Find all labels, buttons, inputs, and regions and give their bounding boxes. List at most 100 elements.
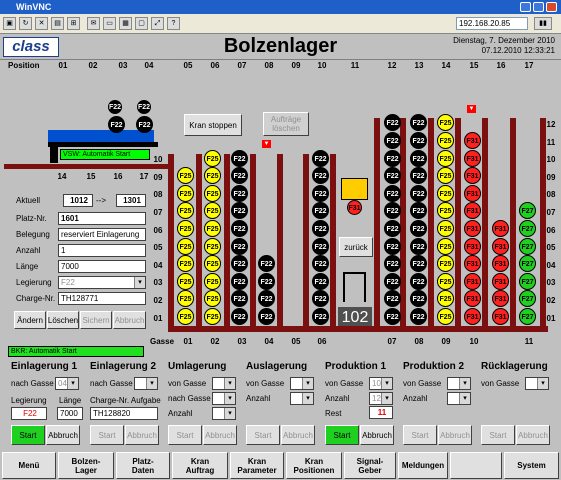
aus-anzahl-select[interactable] <box>290 392 314 405</box>
coil[interactable]: F25 <box>437 308 454 325</box>
coil[interactable]: F22 <box>231 308 248 325</box>
rueck-start-button[interactable]: Start <box>481 425 515 445</box>
coil[interactable]: F25 <box>437 290 454 308</box>
uml-start-button[interactable]: Start <box>168 425 202 445</box>
coil[interactable]: F22 <box>410 255 427 273</box>
prod1-gasse-select[interactable]: 10 <box>369 377 393 390</box>
ein1-laenge-field[interactable]: 7000 <box>57 407 83 420</box>
rueck-von-select[interactable] <box>525 377 549 390</box>
coil[interactable]: F25 <box>437 132 454 149</box>
coil[interactable]: F25 <box>437 272 454 290</box>
nav-button[interactable]: System <box>504 452 559 479</box>
coil[interactable]: F25 <box>177 308 194 325</box>
coil[interactable]: F22 <box>231 167 248 185</box>
uml-von-select[interactable] <box>212 377 236 390</box>
coil[interactable]: F22 <box>312 184 329 202</box>
coil[interactable]: F22 <box>312 167 329 185</box>
chat-icon[interactable]: ▦ <box>119 17 132 30</box>
coil[interactable]: F22 <box>410 308 427 325</box>
coil[interactable]: F25 <box>437 237 454 255</box>
windows-icon[interactable]: ⊞ <box>67 17 80 30</box>
coil[interactable]: F31 <box>464 255 481 273</box>
coil[interactable]: F22 <box>258 255 275 273</box>
coil[interactable]: F22 <box>231 290 248 308</box>
coil[interactable]: F31 <box>464 237 481 255</box>
aus-start-button[interactable]: Start <box>246 425 280 445</box>
nav-button[interactable]: Platz- Daten <box>116 452 170 479</box>
coil[interactable]: F25 <box>437 184 454 202</box>
aus-von-select[interactable] <box>290 377 314 390</box>
coil[interactable]: F22 <box>312 308 329 325</box>
prod2-anzahl-select[interactable] <box>447 392 471 405</box>
coil[interactable]: F25 <box>204 237 221 255</box>
ein2-abbruch-button[interactable]: Abbruch <box>125 425 159 445</box>
coil[interactable]: F22 <box>410 149 427 167</box>
info-icon[interactable]: ? <box>167 17 180 30</box>
coil[interactable]: F22 <box>231 220 248 237</box>
coil[interactable]: F22 <box>384 237 401 255</box>
coil[interactable]: F22 <box>410 290 427 308</box>
coil[interactable]: F25 <box>177 184 194 202</box>
coil[interactable]: F22 <box>231 202 248 220</box>
fullscreen-icon[interactable]: ⤢ <box>151 17 164 30</box>
prod2-abbruch-button[interactable]: Abbruch <box>438 425 472 445</box>
refresh-icon[interactable]: ↻ <box>19 17 32 30</box>
coil[interactable]: F25 <box>177 290 194 308</box>
coil[interactable]: F25 <box>177 237 194 255</box>
abbruch-button[interactable]: Abbruch <box>113 311 146 329</box>
ein1-start-button[interactable]: Start <box>11 425 45 445</box>
coil[interactable]: F22 <box>384 308 401 325</box>
belegung-field[interactable]: reserviert Einlagerung <box>58 228 146 241</box>
coil[interactable]: F22 <box>384 290 401 308</box>
coil[interactable]: F22 <box>231 237 248 255</box>
prod1-start-button[interactable]: Start <box>325 425 359 445</box>
auftraege-loeschen-button[interactable]: Aufträge löschen <box>263 112 309 136</box>
coil[interactable]: F22 <box>312 272 329 290</box>
coil[interactable]: F31 <box>492 255 509 273</box>
aendern-button[interactable]: Ändern <box>14 311 46 329</box>
ein2-charge-field[interactable]: TH128820 <box>90 407 158 420</box>
nav-button[interactable]: Kran Positionen <box>286 452 342 479</box>
coil[interactable]: F22 <box>410 132 427 149</box>
coil[interactable]: F25 <box>437 255 454 273</box>
coil[interactable]: F25 <box>437 167 454 185</box>
coil[interactable]: F22 <box>384 114 401 132</box>
coil[interactable]: F22 <box>231 184 248 202</box>
coil[interactable]: F31 <box>464 290 481 308</box>
coil[interactable]: F25 <box>204 255 221 273</box>
uml-abbruch-button[interactable]: Abbruch <box>203 425 237 445</box>
coil[interactable]: F25 <box>177 202 194 220</box>
coil[interactable]: F25 <box>204 272 221 290</box>
coil[interactable]: F22 <box>410 272 427 290</box>
coil[interactable]: F25 <box>204 149 221 167</box>
aus-abbruch-button[interactable]: Abbruch <box>281 425 315 445</box>
coil[interactable]: F31 <box>464 202 481 220</box>
platz-field[interactable]: 1601 <box>58 212 146 225</box>
legierung-select[interactable]: F22 <box>58 276 146 289</box>
charge-field[interactable]: TH128771 <box>58 292 146 305</box>
coil[interactable]: F25 <box>177 167 194 185</box>
coil[interactable]: F31 <box>464 220 481 237</box>
maximize-button[interactable] <box>533 2 544 12</box>
coil[interactable]: F22 <box>312 149 329 167</box>
prod1-anzahl-select[interactable]: 12 <box>369 392 393 405</box>
screen-icon[interactable]: ▢ <box>135 17 148 30</box>
coil[interactable]: F31 <box>464 308 481 325</box>
coil[interactable]: F22 <box>258 308 275 325</box>
kran-stoppen-button[interactable]: Kran stoppen <box>184 114 242 136</box>
coil[interactable]: F25 <box>177 272 194 290</box>
coil[interactable]: F31 <box>464 184 481 202</box>
close-button[interactable] <box>546 2 557 12</box>
coil[interactable]: F31 <box>464 272 481 290</box>
coil[interactable]: F27 <box>519 255 536 273</box>
coil[interactable]: F22 <box>312 202 329 220</box>
uml-nach-select[interactable] <box>212 392 236 405</box>
coil[interactable]: F25 <box>177 255 194 273</box>
coil[interactable]: F31 <box>464 167 481 185</box>
coil[interactable]: F27 <box>519 220 536 237</box>
sichern-button[interactable]: Sichern <box>80 311 112 329</box>
coil[interactable]: F22 <box>258 290 275 308</box>
coil[interactable]: F22 <box>231 272 248 290</box>
prod1-abbruch-button[interactable]: Abbruch <box>360 425 394 445</box>
coil[interactable]: F31 <box>492 272 509 290</box>
